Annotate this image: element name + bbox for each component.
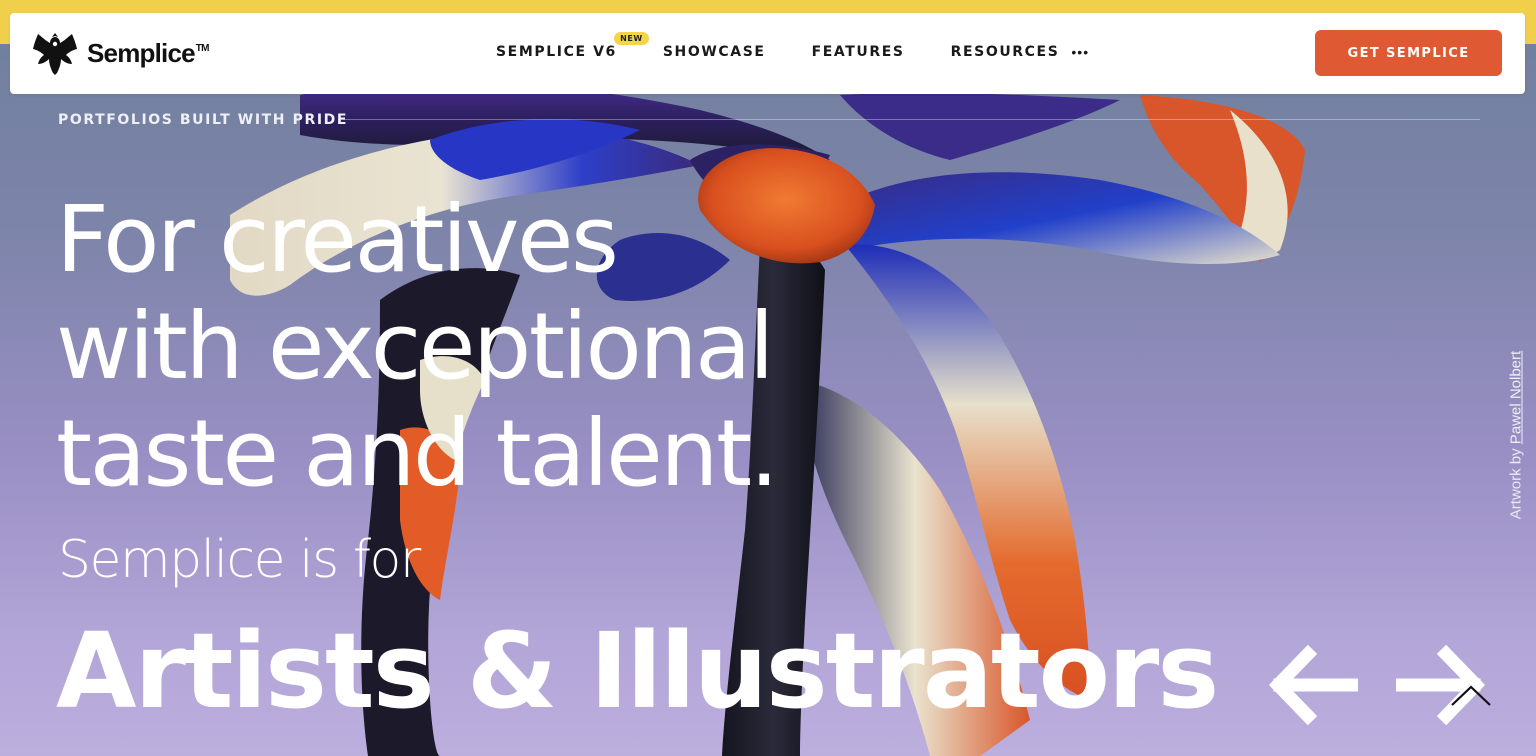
get-semplice-button[interactable]: GET SEMPLICE bbox=[1315, 30, 1502, 76]
nav-item-showcase[interactable]: SHOWCASE bbox=[663, 44, 766, 60]
nav-menu: SEMPLICE V6 NEW SHOWCASE FEATURES RESOUR… bbox=[496, 32, 1089, 60]
credit-prefix: Artwork by bbox=[1507, 444, 1525, 520]
trademark-mark: TM bbox=[195, 42, 210, 54]
nav-item-label: SEMPLICE V6 bbox=[496, 44, 617, 60]
nav-item-features[interactable]: FEATURES bbox=[812, 44, 905, 60]
headline-line: For creatives bbox=[56, 186, 619, 293]
headline-line: taste and talent. bbox=[56, 400, 779, 507]
artwork-credit: Artwork by Pawel Nolbert bbox=[1508, 351, 1525, 519]
prev-arrow-button[interactable] bbox=[1268, 642, 1358, 728]
nav-item-semplice-v6[interactable]: SEMPLICE V6 NEW bbox=[496, 32, 649, 60]
new-badge: NEW bbox=[614, 32, 649, 45]
eagle-crest-icon bbox=[33, 33, 77, 75]
headline-line: with exceptional bbox=[56, 293, 775, 400]
artist-link[interactable]: Pawel Nolbert bbox=[1508, 351, 1525, 444]
hero-lead: Semplice is for bbox=[58, 530, 421, 590]
rotating-audience: Artists & Illustrators bbox=[56, 610, 1219, 732]
logo[interactable]: SempliceTM bbox=[32, 31, 209, 75]
brand-name: SempliceTM bbox=[87, 37, 210, 68]
more-dots-icon[interactable]: ••• bbox=[1071, 44, 1089, 60]
hero-eyebrow: PORTFOLIOS BUILT WITH PRIDE bbox=[58, 112, 349, 128]
hero-headline: For creatives with exceptional taste and… bbox=[56, 186, 779, 507]
page: SempliceTM SEMPLICE V6 NEW SHOWCASE FEAT… bbox=[0, 0, 1536, 756]
chevron-up-icon[interactable] bbox=[1450, 683, 1492, 709]
arrow-left-icon bbox=[1268, 644, 1358, 726]
eyebrow-divider bbox=[338, 119, 1480, 120]
main-nav: SempliceTM SEMPLICE V6 NEW SHOWCASE FEAT… bbox=[10, 13, 1525, 94]
nav-item-resources[interactable]: RESOURCES bbox=[951, 44, 1060, 60]
